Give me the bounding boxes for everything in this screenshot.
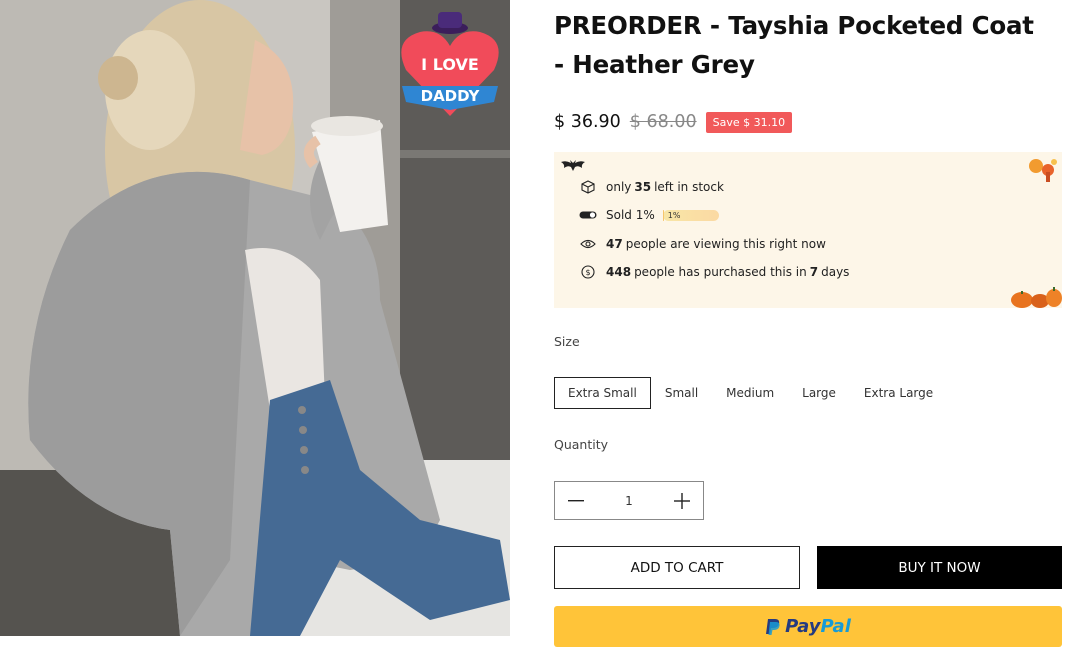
quantity-label: Quantity	[554, 437, 609, 452]
purchased-suffix: days	[821, 265, 850, 279]
quantity-value[interactable]: 1	[625, 494, 633, 508]
svg-text:DADDY: DADDY	[421, 87, 481, 105]
paypal-button[interactable]: PayPal	[554, 606, 1062, 647]
i-love-daddy-heart-badge-icon: I LOVE DADDY	[401, 12, 499, 116]
purchased-days: 7	[809, 265, 819, 279]
decrease-quantity-button[interactable]	[567, 492, 585, 510]
viewing-line: 47 people are viewing this right now	[579, 237, 826, 251]
compare-price: $ 68.00	[629, 112, 697, 132]
price-row: $ 36.90 $ 68.00 Save $ 31.10	[554, 110, 793, 134]
stock-suffix: left in stock	[654, 180, 724, 194]
plus-icon	[673, 492, 690, 509]
stock-count: 35	[634, 180, 652, 194]
svg-text:I LOVE: I LOVE	[421, 55, 479, 74]
viewing-count: 47	[606, 237, 623, 251]
quantity-stepper: 1	[554, 481, 704, 520]
paypal-logo-icon	[766, 618, 780, 635]
size-option[interactable]: Extra Large	[850, 377, 947, 409]
minus-icon	[568, 499, 584, 501]
purchased-middle: people has purchased this in	[634, 265, 807, 279]
size-option[interactable]: Large	[788, 377, 850, 409]
sale-price: $ 36.90	[554, 112, 621, 132]
paypal-wordmark-pay: Pay	[785, 616, 821, 637]
lantern-icon	[1029, 159, 1057, 182]
product-photo[interactable]: I LOVE DADDY	[0, 0, 510, 636]
sold-line: Sold 1% 1%	[579, 208, 719, 222]
product-title: PREORDER - Tayshia Pocketed Coat - Heath…	[554, 11, 1034, 79]
paypal-wordmark: PayPal	[785, 616, 851, 637]
stock-info-panel: only 35 left in stock Sold 1% 1% 47 peop…	[554, 152, 1062, 308]
viewing-suffix: people are viewing this right now	[625, 237, 826, 251]
stock-line: only 35 left in stock	[579, 180, 724, 194]
stock-prefix: only	[606, 180, 632, 194]
size-options: Extra Small Small Medium Large Extra Large	[554, 377, 947, 409]
paypal-wordmark-pal: Pal	[820, 616, 851, 637]
sold-label: Sold 1%	[606, 208, 655, 222]
add-to-cart-button[interactable]: ADD TO CART	[554, 546, 800, 589]
increase-quantity-button[interactable]	[673, 492, 691, 510]
sold-progress-fill	[662, 209, 664, 221]
buy-it-now-button[interactable]: BUY IT NOW	[817, 546, 1062, 589]
size-option[interactable]: Small	[651, 377, 712, 409]
save-badge: Save $ 31.10	[705, 111, 793, 133]
toggle-icon	[579, 208, 597, 222]
box-icon	[579, 180, 597, 194]
dollar-coin-icon: $	[579, 265, 597, 279]
product-page: I LOVE DADDY PREORDER - Tayshia Pocketed…	[0, 0, 1080, 647]
bat-icon	[561, 160, 585, 171]
svg-text:$: $	[585, 268, 590, 277]
eye-icon	[579, 237, 597, 251]
purchased-count: 448	[606, 265, 632, 279]
sold-progress-bar: 1%	[662, 209, 719, 221]
size-option[interactable]: Medium	[712, 377, 788, 409]
size-option[interactable]: Extra Small	[554, 377, 651, 409]
sold-progress-label: 1%	[667, 210, 681, 220]
purchased-line: $ 448 people has purchased this in 7 day…	[579, 265, 849, 279]
halloween-pumpkins-icon	[1011, 287, 1062, 308]
size-label: Size	[554, 334, 580, 349]
